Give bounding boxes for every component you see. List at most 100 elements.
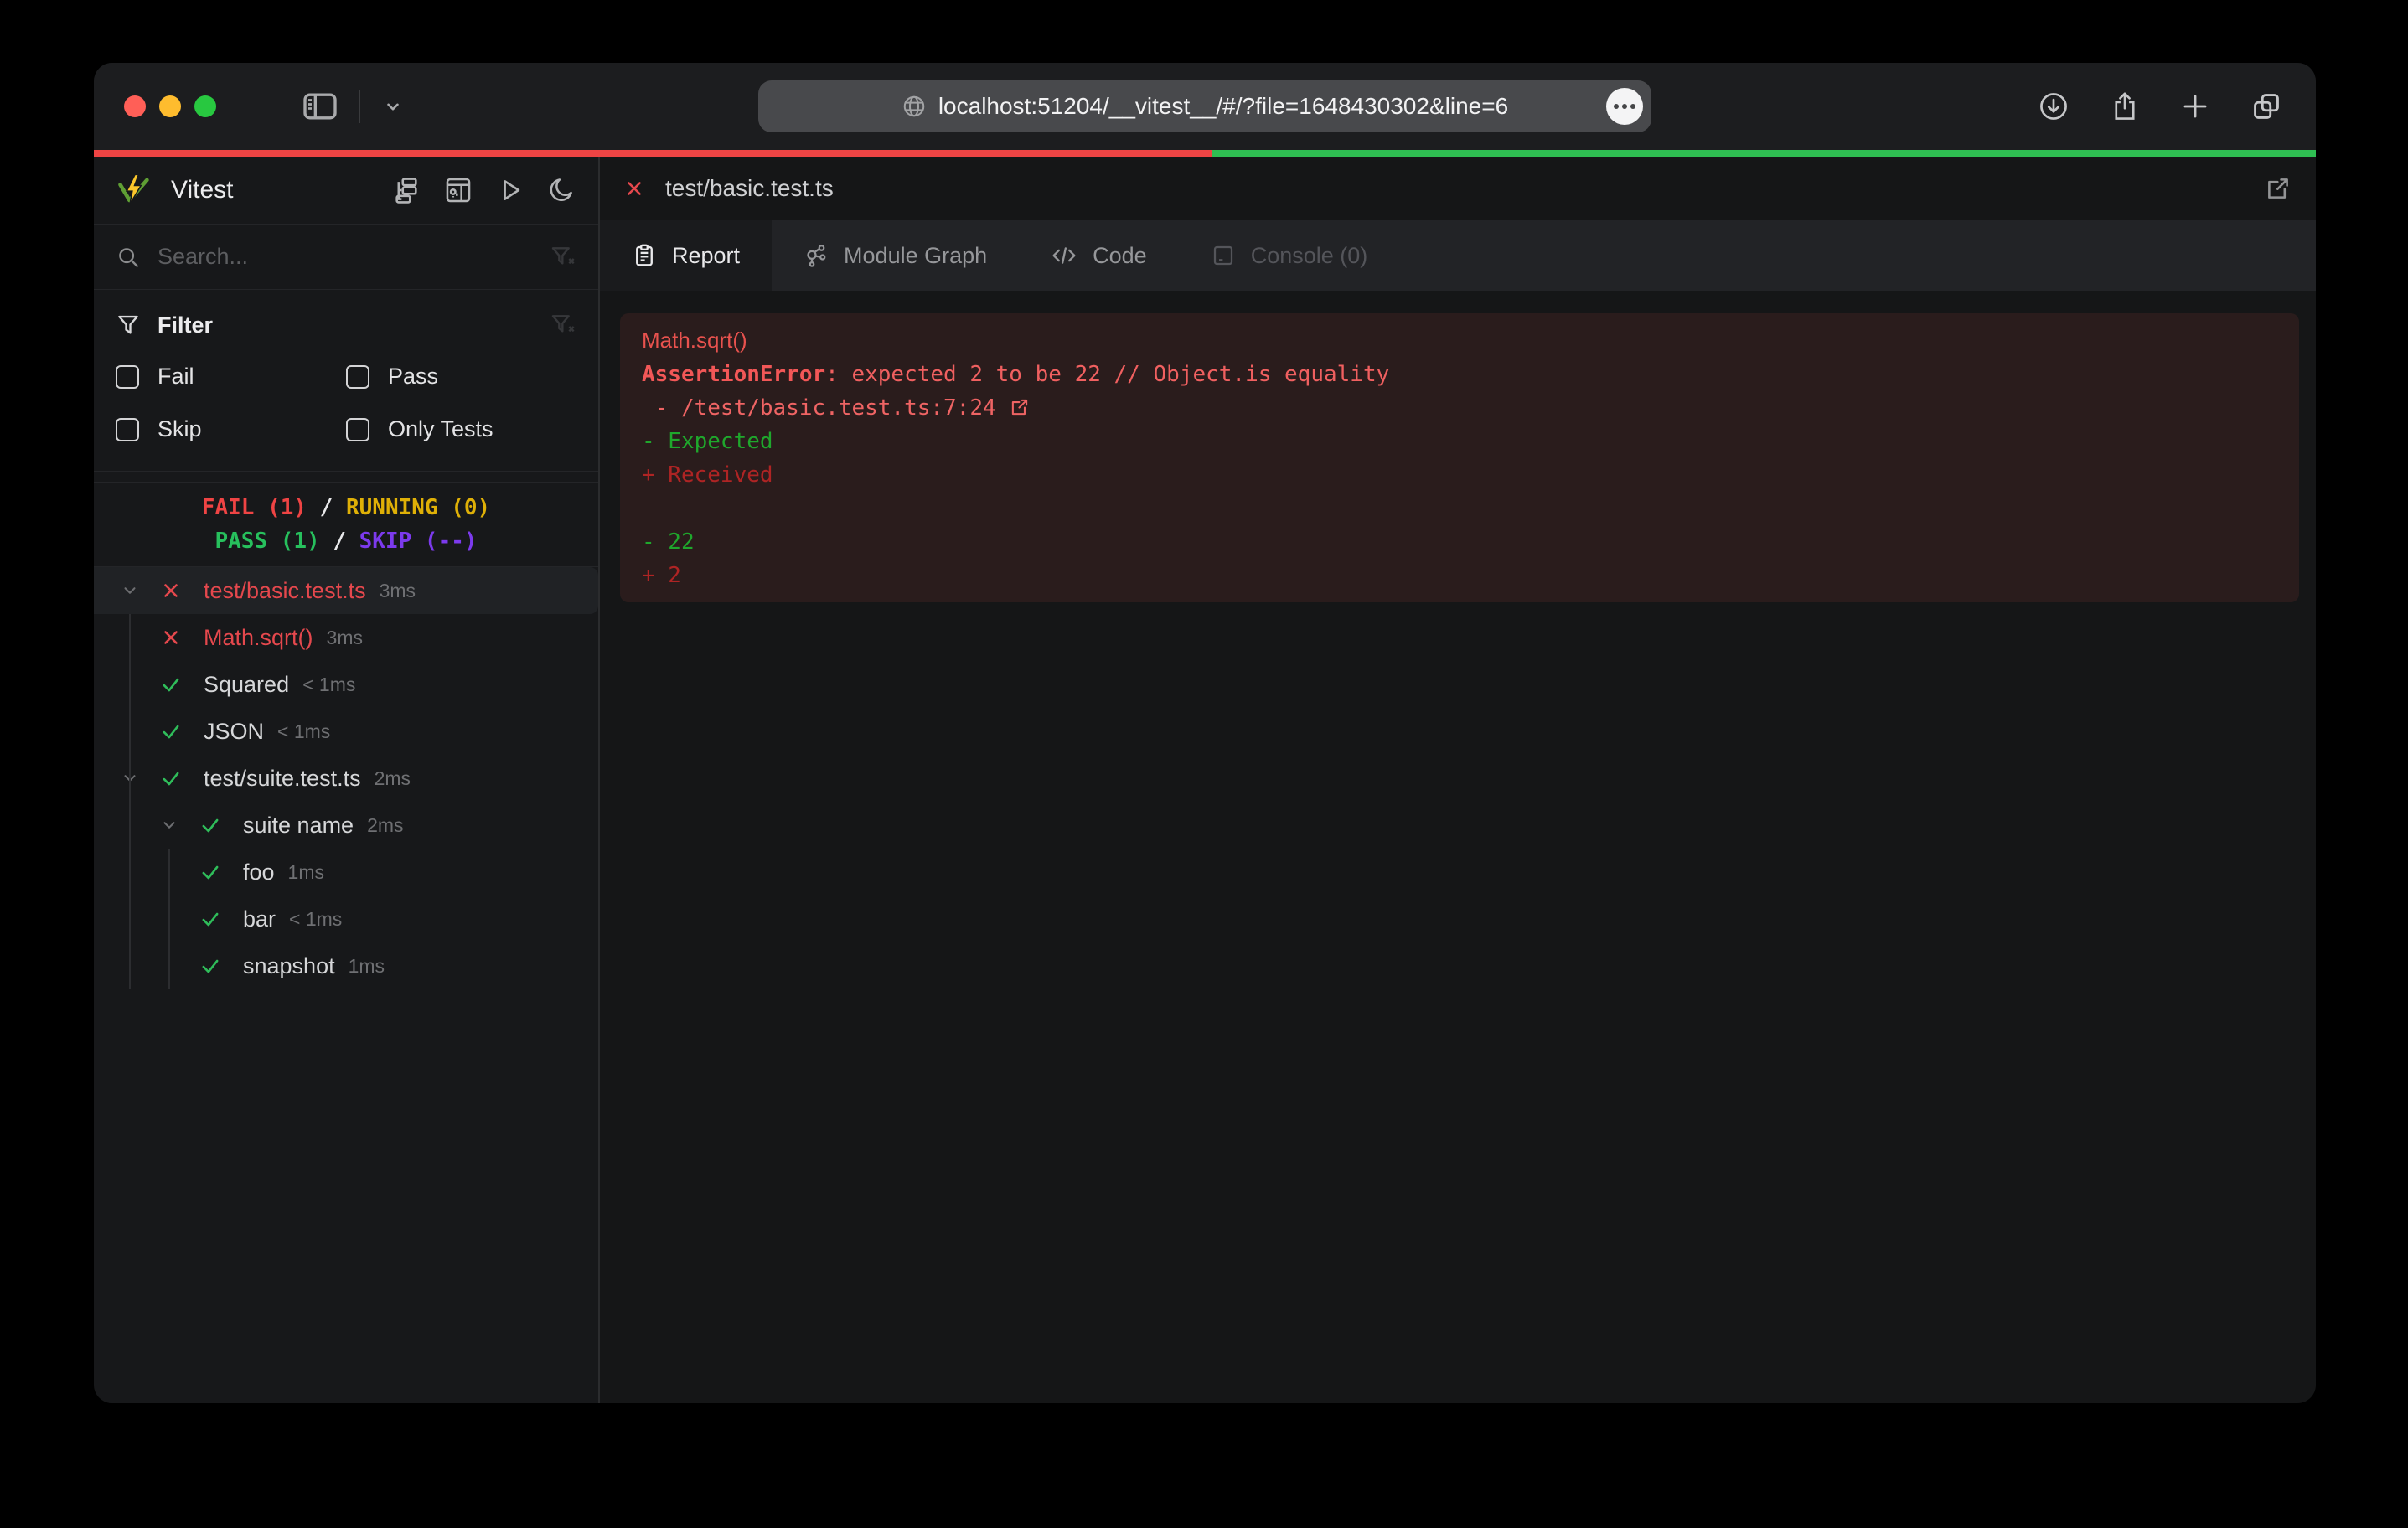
- tab-report[interactable]: Report: [600, 220, 772, 291]
- test-name: JSON: [204, 719, 264, 745]
- checkbox-icon[interactable]: [346, 365, 369, 389]
- desktop: { "browser": { "url": "localhost:51204/_…: [0, 0, 2408, 1528]
- code-icon: [1051, 243, 1077, 268]
- pass-check-icon: [199, 861, 221, 883]
- filter-option-skip[interactable]: Skip: [116, 416, 346, 442]
- browser-actions: [2038, 63, 2282, 150]
- tab-console-0[interactable]: Console (0): [1179, 220, 1400, 291]
- dark-mode-icon[interactable]: [548, 176, 576, 204]
- tab-label: Module Graph: [844, 243, 987, 269]
- checkbox-icon[interactable]: [116, 365, 139, 389]
- chevron-down-icon[interactable]: [382, 96, 404, 117]
- test-tree-item[interactable]: Squared < 1ms: [94, 661, 598, 708]
- test-summary: FAIL (1) / RUNNING (0)PASS (1) / SKIP (-…: [94, 482, 598, 567]
- status-line: PASS (1) / SKIP (--): [94, 524, 598, 558]
- open-in-editor-icon[interactable]: [2264, 174, 2292, 203]
- progress-segment-fail: [94, 150, 1212, 157]
- report-content: Math.sqrt()AssertionError: expected 2 to…: [600, 291, 2316, 1403]
- zoom-window-button[interactable]: [194, 96, 216, 117]
- tree-guide-line: [129, 614, 131, 989]
- pass-check-icon: [199, 955, 221, 977]
- test-duration: < 1ms: [277, 720, 330, 743]
- tab-module-graph[interactable]: Module Graph: [772, 220, 1019, 291]
- status-segment: /: [320, 529, 359, 554]
- run-all-icon[interactable]: [496, 176, 524, 204]
- status-segment: PASS (1): [214, 529, 319, 554]
- test-duration: 2ms: [375, 767, 411, 790]
- test-name: suite name: [243, 813, 354, 839]
- test-name: snapshot: [243, 953, 335, 979]
- fail-x-icon: [160, 580, 182, 601]
- sidebar-toggle-icon[interactable]: [303, 93, 337, 120]
- funnel-icon: [116, 312, 141, 338]
- test-tree-item[interactable]: JSON < 1ms: [94, 708, 598, 755]
- checkbox-icon[interactable]: [346, 418, 369, 441]
- status-segment: SKIP (--): [359, 529, 478, 554]
- error-text-segment: : expected 2 to be 22 // Object.is equal…: [825, 362, 1389, 387]
- error-text-segment: - Expected: [642, 429, 773, 454]
- test-tree-item[interactable]: Math.sqrt()3ms: [94, 614, 598, 661]
- filter-option-pass[interactable]: Pass: [346, 364, 576, 390]
- tab-code[interactable]: Code: [1019, 220, 1179, 291]
- ellipsis-button[interactable]: [1606, 88, 1643, 125]
- open-file-tab[interactable]: test/basic.test.ts: [600, 157, 2316, 220]
- test-duration: 1ms: [349, 955, 385, 978]
- error-line: - /test/basic.test.ts:7:24: [642, 391, 2277, 425]
- dashboard-icon[interactable]: [444, 176, 473, 204]
- browser-window: localhost:51204/__vitest__/#/?file=16484…: [94, 63, 2316, 1403]
- globe-icon: [902, 94, 927, 119]
- filter-option-label: Skip: [158, 416, 202, 442]
- report-icon: [632, 243, 657, 268]
- fail-x-icon: [160, 627, 182, 648]
- tab-label: Report: [672, 243, 740, 269]
- pass-check-icon: [160, 674, 182, 695]
- error-text-segment: + Received: [642, 462, 773, 488]
- share-icon[interactable]: [2110, 90, 2140, 122]
- progress-segment-pass: [1212, 150, 2316, 157]
- search-input[interactable]: [158, 244, 533, 270]
- test-duration: < 1ms: [302, 674, 355, 696]
- filter-block: Filter FailPassSkipOnly Tests: [94, 290, 598, 472]
- test-tree-item[interactable]: suite name 2ms: [94, 802, 598, 849]
- tab-overview-icon[interactable]: [2250, 90, 2282, 122]
- test-duration: 2ms: [367, 814, 403, 837]
- checkbox-icon[interactable]: [116, 418, 139, 441]
- pass-check-icon: [160, 720, 182, 742]
- chevron-down-icon[interactable]: [160, 816, 178, 834]
- filter-option-label: Fail: [158, 364, 194, 390]
- test-tree-item[interactable]: test/suite.test.ts2ms: [94, 755, 598, 802]
- pass-check-icon: [160, 767, 182, 789]
- status-line: FAIL (1) / RUNNING (0): [94, 491, 598, 524]
- filter-option-label: Only Tests: [388, 416, 493, 442]
- console-icon: [1211, 243, 1236, 268]
- main-panel: test/basic.test.ts Report Module Graph Cod…: [600, 157, 2316, 1403]
- error-line: Math.sqrt(): [642, 323, 2277, 358]
- new-tab-icon[interactable]: [2180, 91, 2210, 121]
- external-link-icon[interactable]: [1009, 395, 1031, 421]
- vitest-logo-icon: [116, 172, 152, 209]
- clear-search-filter-icon[interactable]: [550, 244, 576, 271]
- test-duration: 1ms: [288, 861, 324, 884]
- filter-option-only-tests[interactable]: Only Tests: [346, 416, 576, 442]
- app-title: Vitest: [171, 176, 234, 204]
- url-bar[interactable]: localhost:51204/__vitest__/#/?file=16484…: [758, 80, 1651, 132]
- clear-filter-icon[interactable]: [550, 312, 576, 338]
- test-duration: < 1ms: [289, 908, 342, 931]
- tab-label: Console (0): [1251, 243, 1368, 269]
- minimize-window-button[interactable]: [159, 96, 181, 117]
- list-tree-icon[interactable]: [392, 176, 421, 204]
- error-text-segment: + 2: [642, 563, 681, 588]
- error-text-segment: - 22: [642, 529, 695, 555]
- test-name: Squared: [204, 672, 289, 698]
- open-file-name: test/basic.test.ts: [665, 175, 834, 202]
- test-name: test/basic.test.ts: [204, 578, 366, 604]
- test-tree-item[interactable]: test/basic.test.ts3ms: [94, 567, 598, 614]
- error-line: + Received: [642, 458, 2277, 492]
- close-window-button[interactable]: [124, 96, 146, 117]
- search-icon: [116, 245, 141, 270]
- chevron-down-icon[interactable]: [121, 581, 139, 600]
- filter-option-fail[interactable]: Fail: [116, 364, 346, 390]
- error-line: + 2: [642, 559, 2277, 592]
- tab-label: Code: [1093, 243, 1147, 269]
- downloads-icon[interactable]: [2038, 90, 2070, 122]
